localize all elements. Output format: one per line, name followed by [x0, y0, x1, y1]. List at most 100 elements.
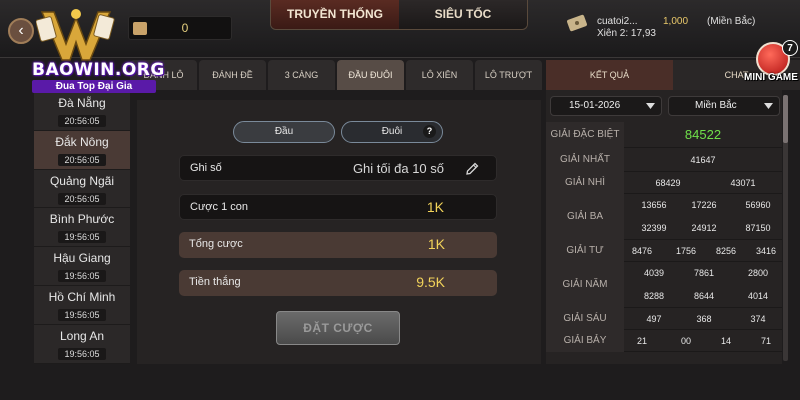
logo-slogan: Đua Top Đại Gia [32, 80, 156, 93]
thang-value: 9.5K [416, 274, 445, 290]
place-bet-button[interactable]: ĐẶT CƯỢC [276, 311, 400, 345]
result-label: GIẢI NĂM [546, 262, 624, 308]
province-name: Hậu Giang [53, 251, 111, 266]
chevron-down-icon [646, 103, 655, 109]
logo-brand-text: BAOWIN.ORG [32, 60, 165, 80]
tab-ket-qua[interactable]: KẾT QUẢ [546, 60, 673, 90]
date-value: 15-01-2026 [569, 100, 621, 111]
result-row: GIẢI BA 13656 17226 56960 32399 24912 87150 [546, 194, 782, 240]
result-number: 368 [696, 314, 712, 324]
scrollbar-thumb[interactable] [783, 95, 788, 143]
province-item[interactable]: Hồ Chí Minh 19:56:05 [34, 286, 130, 325]
pencil-icon[interactable] [464, 161, 480, 177]
user-bet-amount: 1,000 [663, 16, 689, 27]
user-name: cuatoi2... [597, 16, 638, 27]
mode-tabs: TRUYỀN THỐNG SIÊU TỐC [270, 0, 528, 30]
region-value: Miền Bắc [695, 100, 737, 111]
result-number: 13656 [641, 200, 667, 210]
province-name: Quảng Ngãi [49, 173, 115, 188]
province-countdown: 19:56:05 [58, 270, 106, 283]
result-number: 84522 [684, 127, 722, 142]
bet-panel: Đầu Đuôi ? Ghi số Ghi tối đa 10 số Cược … [137, 100, 541, 364]
bet-tab-2[interactable]: 3 CÀNG [268, 60, 335, 90]
result-label: GIẢI NHÌ [546, 172, 624, 194]
tab-truyen-thong[interactable]: TRUYỀN THỐNG [271, 0, 399, 29]
province-name: Đà Nẵng [58, 96, 106, 110]
region-select[interactable]: Miền Bắc [668, 96, 780, 116]
tong-value: 1K [427, 236, 445, 252]
results-scrollbar[interactable] [783, 95, 788, 361]
province-list: Đà Nẵng 20:56:05 Đắk Nông 20:56:05 Quảng Ngã… [34, 92, 130, 364]
province-countdown: 20:56:05 [58, 192, 106, 205]
province-countdown: 19:56:05 [58, 231, 106, 244]
result-number: 43071 [730, 178, 756, 188]
results-panel: 15-01-2026 Miền Bắc GIẢI ĐẶC BIỆT 84522 GI… [546, 90, 782, 364]
bet-tab-3[interactable]: ĐẦU ĐUÔI [337, 60, 404, 90]
tab-sieu-toc[interactable]: SIÊU TỐC [399, 0, 527, 29]
bet-type-tabs: ĐÁNH LÔ ĐÁNH ĐỀ 3 CÀNG ĐẦU ĐUÔI LÔ XIÊN LÔ TR… [130, 60, 542, 90]
province-countdown: 19:56:05 [58, 308, 106, 321]
result-number: 56960 [745, 200, 771, 210]
result-number: 8288 [643, 291, 665, 301]
toggle-duoi-button[interactable]: Đuôi ? [341, 121, 443, 143]
result-number: 87150 [745, 223, 771, 233]
province-item[interactable]: Quảng Ngãi 20:56:05 [34, 170, 130, 209]
result-number: 21 [636, 336, 647, 346]
toggle-dau-label: Đầu [274, 126, 294, 137]
bet-tab-1[interactable]: ĐÁNH ĐỀ [199, 60, 266, 90]
province-countdown: 20:56:05 [58, 115, 106, 127]
winnings-field: Tiền thắng 9.5K [179, 270, 497, 296]
province-item[interactable]: Long An 19:56:05 [34, 325, 130, 364]
result-label: GIẢI BA [546, 194, 624, 240]
ticket-icon[interactable] [566, 12, 588, 34]
bet-per-number-field[interactable]: Cược 1 con 1K [179, 194, 497, 220]
result-number: 2800 [747, 268, 769, 278]
result-row: GIẢI NHÌ 68429 43071 [546, 172, 782, 194]
result-number: 17226 [691, 200, 717, 210]
result-label: GIẢI SÁU [546, 308, 624, 330]
province-countdown: 20:56:05 [58, 153, 106, 166]
number-input-field[interactable]: Ghi số Ghi tối đa 10 số [179, 155, 497, 181]
result-number: 41647 [690, 155, 716, 165]
province-name: Long An [59, 328, 105, 343]
province-item[interactable]: Hậu Giang 19:56:05 [34, 247, 130, 286]
toggle-dau-button[interactable]: Đầu [233, 121, 335, 143]
result-number: 4014 [747, 291, 769, 301]
mini-game-button[interactable]: 7 MINI GAME [742, 38, 800, 88]
ghi-so-placeholder: Ghi tối đa 10 số [352, 161, 444, 176]
mini-game-label: MINI GAME [744, 72, 798, 83]
province-item[interactable]: Bình Phước 19:56:05 [34, 208, 130, 248]
province-name: Đắk Nông [55, 134, 109, 149]
province-name: Bình Phước [49, 212, 115, 227]
result-number: 68429 [655, 178, 681, 188]
total-bet-field: Tổng cược 1K [179, 232, 497, 258]
result-label: GIẢI TƯ [546, 240, 624, 262]
date-select[interactable]: 15-01-2026 [550, 96, 662, 116]
ghi-so-label: Ghi số [190, 162, 222, 174]
province-name: Hồ Chí Minh [48, 289, 116, 304]
toggle-duoi-label: Đuôi [381, 126, 403, 137]
help-icon[interactable]: ? [423, 125, 436, 138]
result-number: 497 [646, 314, 662, 324]
result-row: GIẢI NĂM 4039 7861 2800 8288 8644 4014 [546, 262, 782, 308]
bet-tab-5[interactable]: LÔ TRƯỢT [475, 60, 542, 90]
mini-game-badge: 7 [782, 40, 798, 56]
brand-logo: BAOWIN.ORG Đua Top Đại Gia [30, 2, 165, 94]
cuoc-label: Cược 1 con [190, 201, 248, 213]
chevron-left-icon: ‹ [18, 22, 24, 39]
result-number: 24912 [691, 223, 717, 233]
result-row: GIẢI SÁU 497 368 374 [546, 308, 782, 330]
tong-label: Tổng cược [189, 238, 243, 250]
result-number: 374 [750, 314, 766, 324]
result-number: 7861 [693, 268, 715, 278]
result-number: 32399 [641, 223, 667, 233]
thang-label: Tiền thắng [189, 276, 241, 288]
result-row: GIẢI TƯ 8476 1756 8256 3416 [546, 240, 782, 262]
user-xien: Xiên 2: 17,93 [597, 28, 656, 39]
result-number: 8644 [693, 291, 715, 301]
province-item[interactable]: Đắk Nông 20:56:05 [34, 130, 130, 170]
province-item[interactable]: Đà Nẵng 20:56:05 [34, 92, 130, 131]
bet-tab-4[interactable]: LÔ XIÊN [406, 60, 473, 90]
province-countdown: 19:56:05 [58, 347, 106, 360]
result-row: GIẢI BẢY 21 00 14 71 [546, 330, 782, 352]
